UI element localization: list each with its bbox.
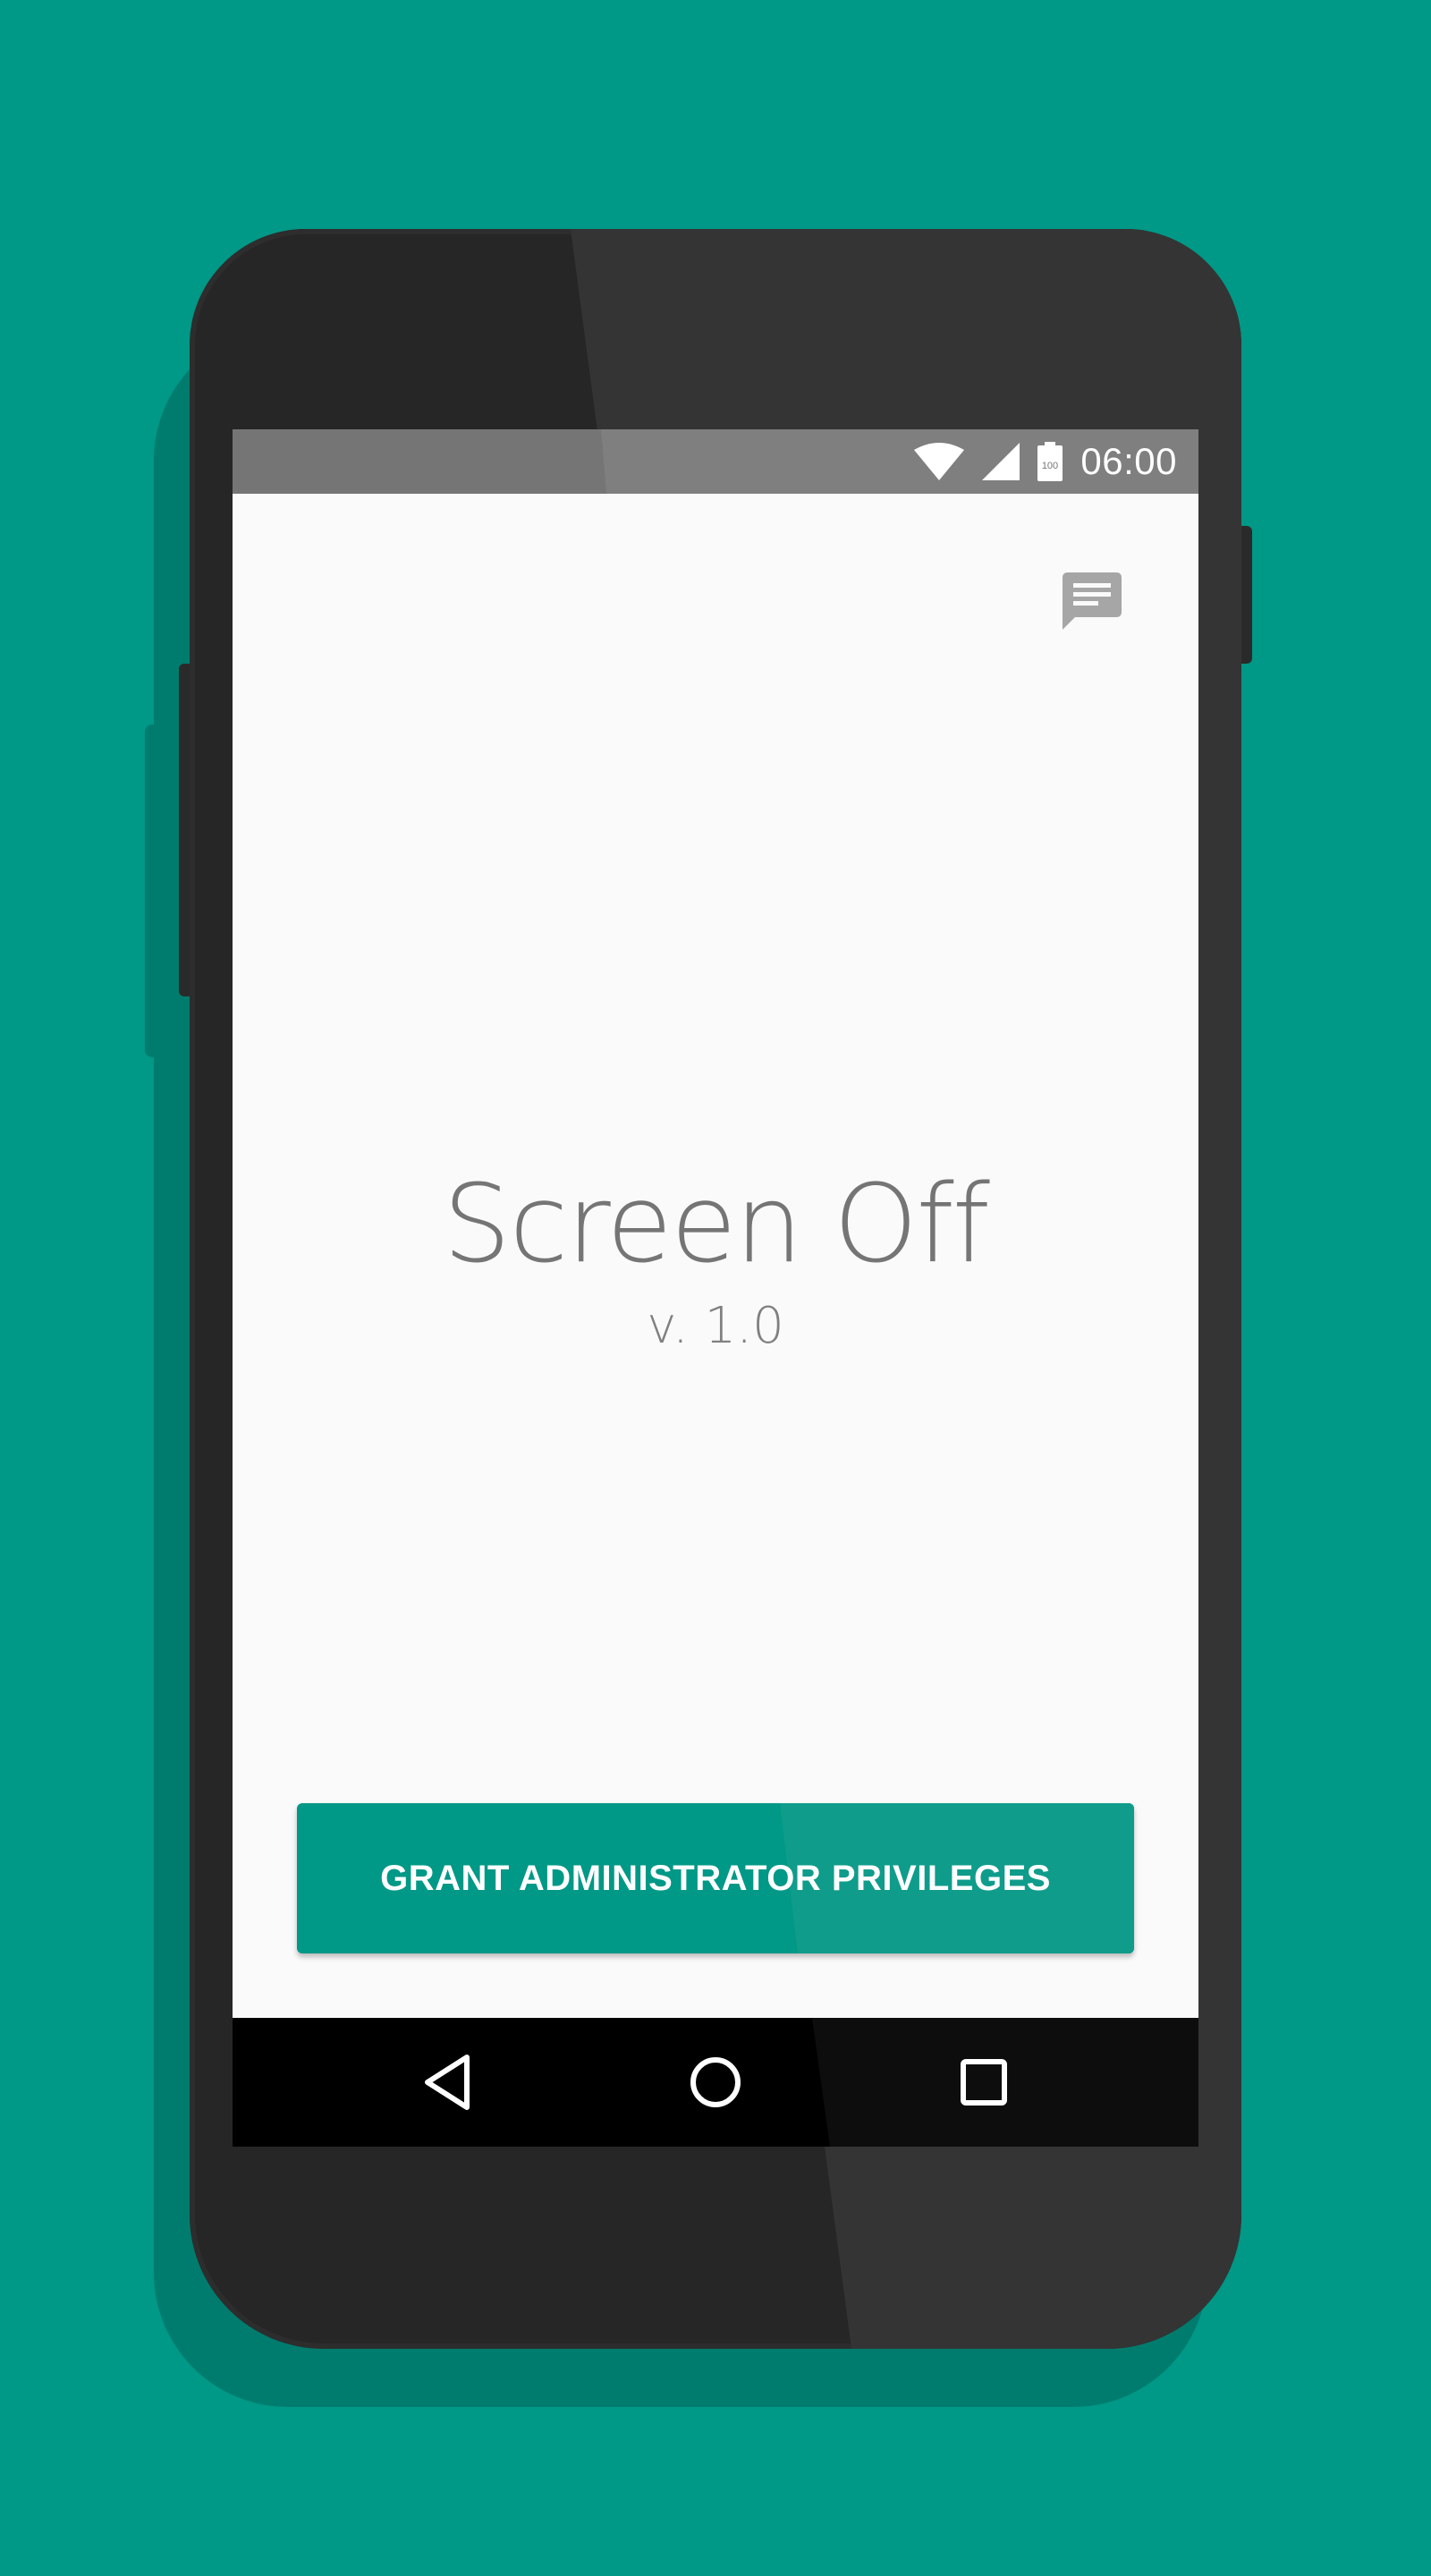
wifi-icon <box>914 443 965 480</box>
grant-administrator-privileges-button[interactable]: GRANT ADMINISTRATOR PRIVILEGES <box>297 1803 1134 1953</box>
back-icon <box>425 2055 470 2110</box>
status-icons: 100 06:00 <box>914 429 1177 494</box>
navigation-bar <box>233 2018 1198 2147</box>
phone-shadow-button <box>145 724 163 1057</box>
app-version: v. 1.0 <box>647 1297 784 1355</box>
app-title: Screen Off <box>443 1163 990 1287</box>
recents-button[interactable] <box>912 2018 1055 2147</box>
back-button[interactable] <box>376 2018 519 2147</box>
battery-icon: 100 <box>1037 442 1063 481</box>
home-button[interactable] <box>644 2018 787 2147</box>
cellular-signal-icon <box>982 443 1020 480</box>
status-bar: 100 06:00 <box>233 429 1198 494</box>
recents-icon <box>961 2059 1007 2106</box>
status-time: 06:00 <box>1080 440 1177 482</box>
grant-button-label: GRANT ADMINISTRATOR PRIVILEGES <box>380 1859 1051 1898</box>
feedback-icon[interactable] <box>1063 572 1122 631</box>
battery-level-label: 100 <box>1042 461 1058 471</box>
home-icon <box>690 2057 741 2107</box>
app-screen: 100 06:00 Screen Off v. 1.0 GRANT ADMINI… <box>233 429 1198 2147</box>
